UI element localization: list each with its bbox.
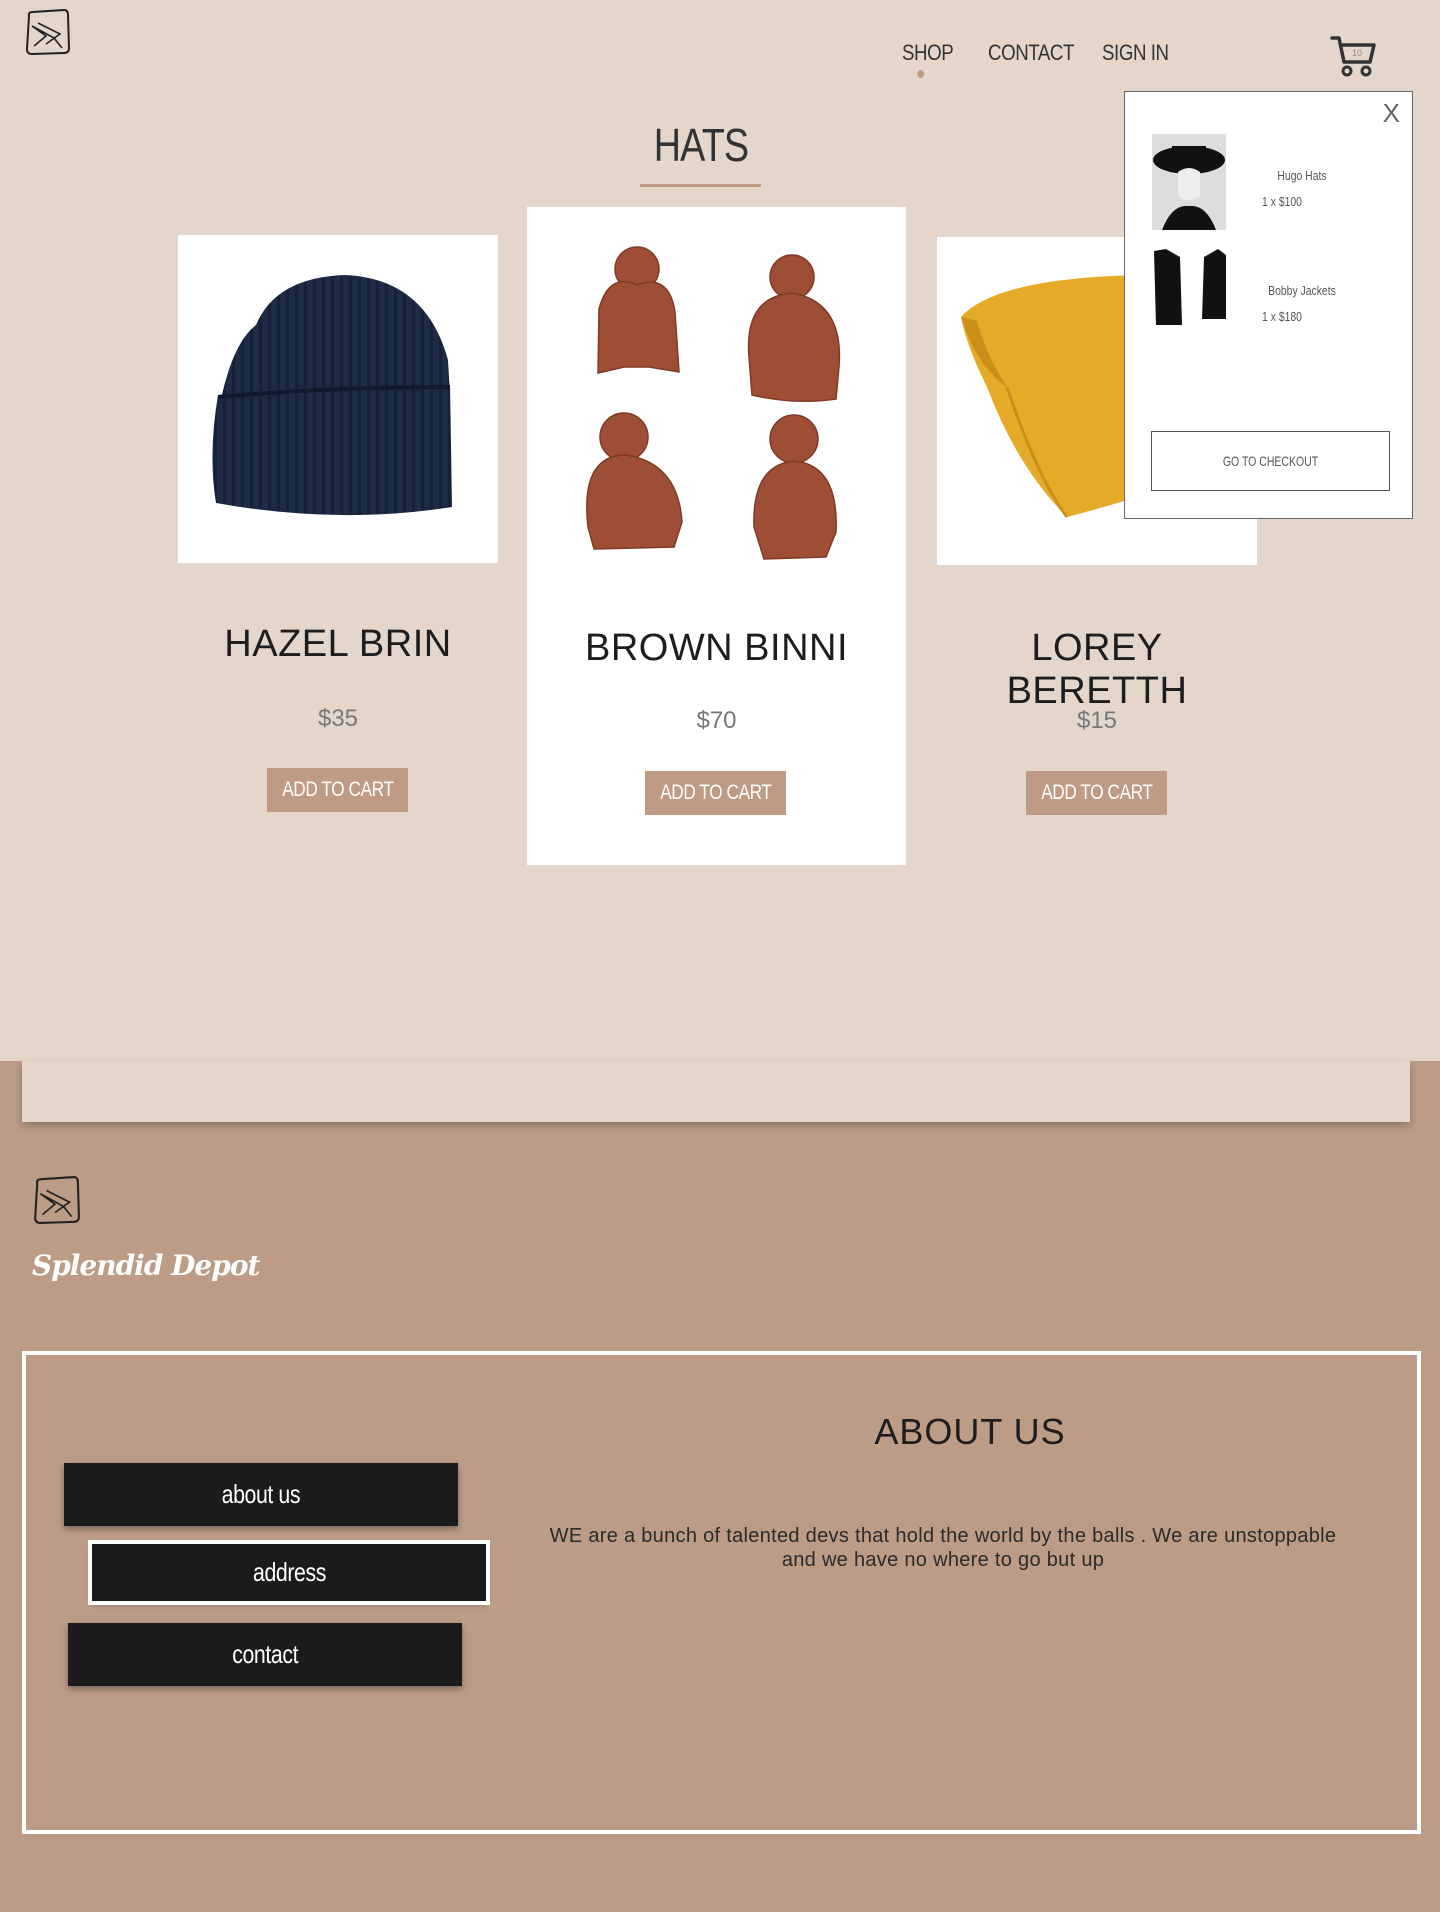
navy-beanie-image xyxy=(212,275,452,516)
product-card: HAZEL BRIN $35 ADD TO CART xyxy=(178,235,498,835)
contact-label: contact xyxy=(232,1639,298,1669)
nav-contact[interactable]: CONTACT xyxy=(988,40,1074,66)
nav-shop[interactable]: SHOP xyxy=(902,40,954,78)
product-name: BROWN BINNI xyxy=(584,627,849,669)
address-label: address xyxy=(252,1557,326,1587)
product-name: LOREY BERETTH xyxy=(1006,627,1188,712)
product-price: $15 xyxy=(1076,707,1118,734)
cart-item-thumbnail xyxy=(1152,134,1226,230)
nav-sign-in-label: SIGN IN xyxy=(1102,40,1169,65)
cart-item: Bobby Jackets 1 x $180 xyxy=(1152,249,1392,345)
go-to-checkout-label: GO TO CHECKOUT xyxy=(1222,453,1319,469)
title-underline xyxy=(640,184,761,187)
logo-icon[interactable] xyxy=(24,8,70,56)
cart-count: 10 xyxy=(1352,48,1362,58)
nav-shop-label: SHOP xyxy=(902,40,954,65)
brand-name: Splendid Depot xyxy=(32,1249,260,1282)
cart-item-name: Hugo Hats xyxy=(1277,168,1327,183)
about-text: WE are a bunch of talented devs that hol… xyxy=(549,1525,1337,1571)
cart-item-thumbnail xyxy=(1152,249,1226,345)
add-to-cart-label: ADD TO CART xyxy=(281,778,394,801)
product-name: HAZEL BRIN xyxy=(224,623,452,665)
product-price: $70 xyxy=(696,707,737,734)
active-indicator xyxy=(917,70,925,78)
contact-button[interactable]: contact xyxy=(68,1623,462,1686)
close-icon[interactable]: X xyxy=(1383,98,1400,129)
footer: Splendid Depot about us address contact xyxy=(0,1061,1440,1912)
go-to-checkout-button[interactable]: GO TO CHECKOUT xyxy=(1151,431,1390,491)
cart-item-qty: 1 x $100 xyxy=(1262,194,1302,209)
shopping-cart-icon[interactable]: 10 xyxy=(1330,32,1378,80)
brown-pompom-beanies-image xyxy=(586,246,841,560)
cart-popup: X Hugo Hats 1 x $100 Bobby Jackets 1 x $… xyxy=(1124,91,1413,519)
about-us-label: about us xyxy=(221,1479,301,1509)
footer-top-panel xyxy=(22,1061,1410,1122)
add-to-cart-label: ADD TO CART xyxy=(1040,781,1153,804)
cart-item-name: Bobby Jackets xyxy=(1268,283,1336,298)
about-title: ABOUT US xyxy=(874,1411,1066,1452)
product-price: $35 xyxy=(317,705,359,732)
logo-icon[interactable] xyxy=(32,1175,80,1225)
page-title: HATS xyxy=(653,119,749,171)
nav-sign-in[interactable]: SIGN IN xyxy=(1102,40,1179,66)
product-card: BROWN BINNI $70 ADD TO CART xyxy=(527,207,906,865)
add-to-cart-label: ADD TO CART xyxy=(659,781,772,804)
add-to-cart-button[interactable]: ADD TO CART xyxy=(645,771,786,815)
add-to-cart-button[interactable]: ADD TO CART xyxy=(1026,771,1167,815)
add-to-cart-button[interactable]: ADD TO CART xyxy=(267,768,408,812)
address-button[interactable]: address xyxy=(88,1540,490,1605)
about-us-button[interactable]: about us xyxy=(64,1463,458,1526)
cart-item: Hugo Hats 1 x $100 xyxy=(1152,134,1392,230)
product-image[interactable] xyxy=(178,235,498,563)
product-image[interactable] xyxy=(554,227,879,597)
cart-item-qty: 1 x $180 xyxy=(1262,309,1302,324)
nav-contact-label: CONTACT xyxy=(988,40,1075,65)
